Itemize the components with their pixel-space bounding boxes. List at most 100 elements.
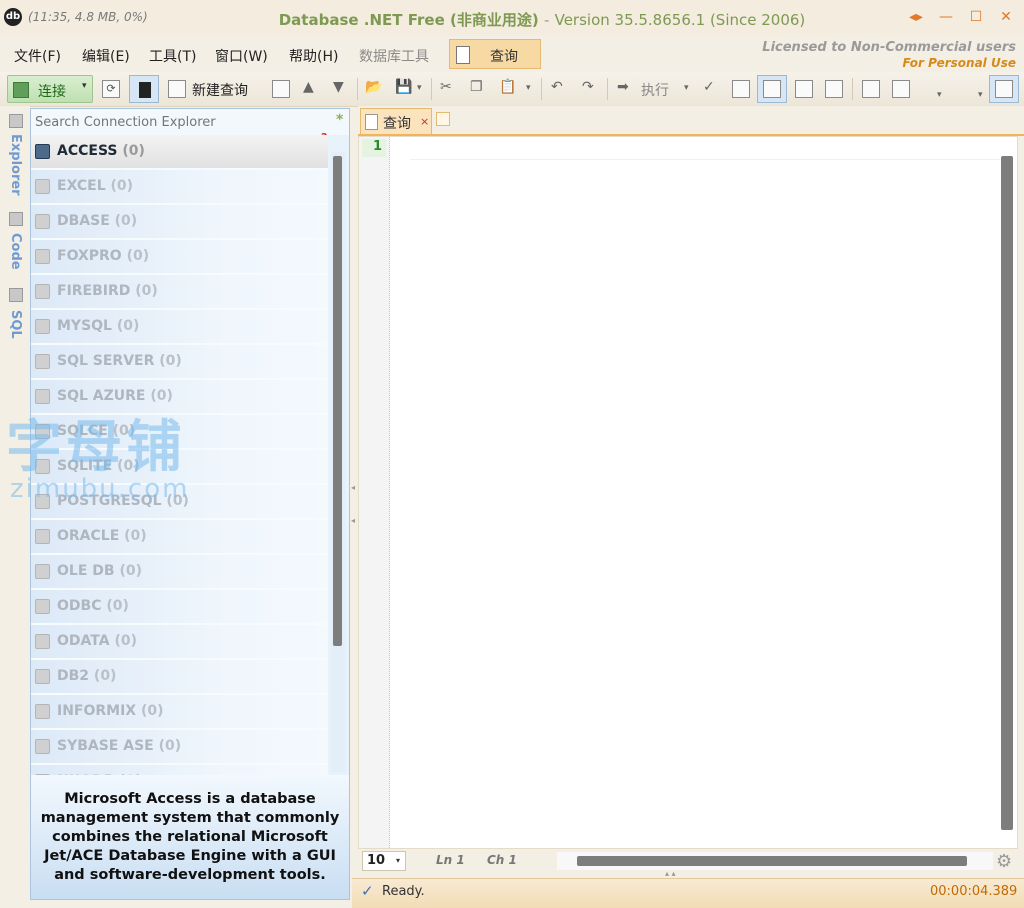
connection-label: DB2 (0): [57, 668, 116, 684]
connection-count: (0): [93, 668, 117, 684]
connection-name: FIREBIRD: [57, 283, 131, 299]
description-text: Microsoft Access is a database managemen…: [40, 791, 340, 883]
chevron-down-icon: ▾: [396, 856, 401, 865]
minimize-icon[interactable]: —: [933, 6, 959, 28]
new-tab-button[interactable]: [436, 112, 450, 126]
check-syntax-icon[interactable]: ✓: [703, 79, 715, 95]
menu-db-tools[interactable]: 数据库工具: [359, 46, 429, 66]
connection-label: FOXPRO (0): [57, 248, 149, 264]
cut-icon[interactable]: ✂: [440, 79, 452, 95]
open-folder-icon[interactable]: 📂: [365, 79, 382, 95]
watermark-en: zimubu.com: [10, 474, 190, 504]
connection-name: SYBASE ASE: [57, 738, 154, 754]
favorite-icon[interactable]: *: [336, 112, 343, 128]
menu-help[interactable]: 帮助(H): [289, 46, 338, 66]
new-query-icon[interactable]: [168, 80, 186, 98]
menu-query-label: 查询: [490, 49, 518, 65]
connect-label: 连接: [38, 84, 66, 100]
execute-icon[interactable]: ➡: [617, 79, 629, 95]
connection-count: (0): [135, 283, 158, 299]
maximize-icon[interactable]: ☐: [963, 6, 989, 28]
paste-icon[interactable]: 📋: [499, 79, 516, 95]
connection-item-sybase-ase[interactable]: SYBASE ASE (0): [31, 730, 328, 765]
connection-item-foxpro[interactable]: FOXPRO (0): [31, 240, 328, 275]
copy-icon[interactable]: ❐: [470, 79, 483, 95]
switch-icon[interactable]: ◂▸: [903, 6, 929, 28]
font-size-select[interactable]: 10 ▾: [362, 851, 406, 871]
tab-code[interactable]: Code: [8, 233, 23, 270]
connection-label: ACCESS (0): [57, 143, 145, 159]
database-icon: [35, 179, 50, 194]
editor-scroll-thumb[interactable]: [1001, 156, 1013, 830]
connection-name: DB2: [57, 668, 90, 684]
editor-hscroll-thumb[interactable]: [577, 856, 967, 866]
tab-explorer[interactable]: Explorer: [8, 134, 23, 196]
sql-editor[interactable]: [410, 137, 1000, 848]
new-query-button[interactable]: 新建查询: [192, 80, 248, 100]
database-icon: [35, 144, 50, 159]
tab-sql[interactable]: SQL: [8, 310, 23, 339]
execute-button[interactable]: 执行: [641, 80, 669, 100]
connection-name: ODBC: [57, 598, 102, 614]
connection-item-db2[interactable]: DB2 (0): [31, 660, 328, 695]
chevron-down-icon[interactable]: ▾: [82, 81, 87, 91]
close-query-icon[interactable]: [272, 80, 290, 98]
connect-button[interactable]: 连接 ▾: [7, 75, 93, 103]
connection-item-dbase[interactable]: DBASE (0): [31, 205, 328, 240]
sql-tab-icon: [9, 288, 23, 302]
import-icon[interactable]: [825, 80, 843, 98]
menu-file[interactable]: 文件(F): [14, 46, 61, 66]
database-icon: [35, 214, 50, 229]
status-text: Ready.: [382, 884, 425, 899]
connection-label: SYBASE ASE (0): [57, 738, 181, 754]
explorer-scroll-thumb[interactable]: [333, 156, 342, 646]
connection-item-odata[interactable]: ODATA (0): [31, 625, 328, 660]
resize-grip-icon[interactable]: ▴ ▴: [665, 869, 676, 878]
close-icon[interactable]: ✕: [993, 6, 1019, 28]
paste-dropdown-icon[interactable]: ▾: [526, 83, 531, 93]
connection-count: (0): [126, 248, 150, 264]
connection-item-odbc[interactable]: ODBC (0): [31, 590, 328, 625]
comment-icon[interactable]: [892, 80, 910, 98]
database-icon: [35, 284, 50, 299]
database-icon: [35, 354, 50, 369]
menu-window[interactable]: 窗口(W): [215, 46, 268, 66]
move-down-icon[interactable]: ▼: [333, 79, 344, 95]
tab-query[interactable]: 查询 ×: [360, 108, 432, 134]
connection-item-access[interactable]: ACCESS (0): [31, 135, 328, 170]
connection-item-oracle[interactable]: ORACLE (0): [31, 520, 328, 555]
export-icon[interactable]: [795, 80, 813, 98]
toolbar-overflow-icon-2[interactable]: ▾: [978, 90, 983, 100]
undo-icon[interactable]: ↶: [551, 79, 563, 95]
query-builder-icon[interactable]: [732, 80, 750, 98]
toolbar-overflow-icon[interactable]: ▾: [937, 90, 942, 100]
connection-item-sql-server[interactable]: SQL SERVER (0): [31, 345, 328, 380]
tab-query-label: 查询: [383, 116, 411, 132]
search-input[interactable]: [31, 109, 349, 135]
connection-item-mysql[interactable]: MYSQL (0): [31, 310, 328, 345]
connection-item-informix[interactable]: INFORMIX (0): [31, 695, 328, 730]
panel-splitter[interactable]: [350, 108, 358, 900]
document-icon: [456, 46, 470, 64]
connection-item-ole-db[interactable]: OLE DB (0): [31, 555, 328, 590]
save-dropdown-icon[interactable]: ▾: [417, 83, 422, 93]
refresh-icon[interactable]: ⟳: [102, 80, 120, 98]
menu-edit[interactable]: 编辑(E): [82, 46, 130, 66]
toolbar-divider: [607, 78, 608, 100]
close-tab-icon[interactable]: ×: [420, 115, 429, 128]
gear-icon[interactable]: ⚙: [996, 851, 1012, 872]
connection-item-nuodb[interactable]: NUODB (0): [31, 765, 328, 775]
menu-tools[interactable]: 工具(T): [149, 46, 196, 66]
redo-icon[interactable]: ↷: [582, 79, 594, 95]
connection-item-firebird[interactable]: FIREBIRD (0): [31, 275, 328, 310]
connect-icon: [13, 82, 29, 98]
connection-item-excel[interactable]: EXCEL (0): [31, 170, 328, 205]
format-icon[interactable]: [862, 80, 880, 98]
move-up-icon[interactable]: ▲: [303, 79, 314, 95]
execute-dropdown-icon[interactable]: ▾: [684, 83, 689, 93]
save-icon[interactable]: 💾: [395, 79, 412, 95]
explorer-toggle-button[interactable]: [129, 75, 159, 103]
connection-count: (0): [119, 563, 142, 579]
connection-count: (0): [124, 528, 147, 544]
menu-query-tab[interactable]: 查询: [449, 39, 541, 69]
